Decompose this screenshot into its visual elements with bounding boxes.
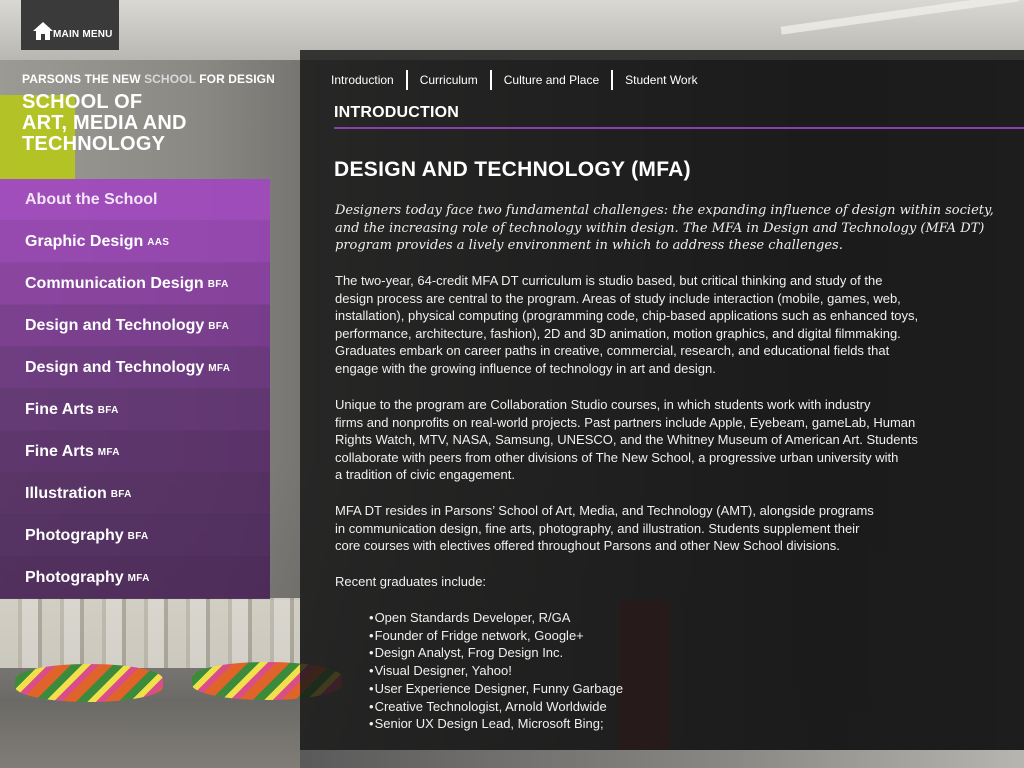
sidebar-item-degree: BFA <box>127 531 149 542</box>
tab-curriculum[interactable]: Curriculum <box>408 69 490 91</box>
paragraph-line: and the increasing role of technology wi… <box>335 220 985 236</box>
sidebar-item-degree: BFA <box>110 489 132 500</box>
paragraph-line: performance, architecture, fashion), 2D … <box>335 325 901 341</box>
school-title: SCHOOL OF ART, MEDIA AND TECHNOLOGY <box>22 92 292 155</box>
sidebar-item-degree: MFA <box>127 573 150 584</box>
paragraph-line: program provides a lively environment in… <box>335 238 843 253</box>
graduate-list-item: Open Standards Developer, R/GA <box>369 609 623 627</box>
sidebar-item[interactable]: About the School <box>0 179 270 221</box>
graduate-list-item: Design Analyst, Frog Design Inc. <box>369 644 623 662</box>
graduate-list-item: Senior UX Design Lead, Microsoft Bing; <box>369 715 623 733</box>
sidebar-item-label: Graphic Design <box>25 232 144 250</box>
paragraph-line: Unique to the program are Collaboration … <box>335 397 871 412</box>
background-bench <box>15 664 163 702</box>
sidebar-item-label: About the School <box>25 190 158 208</box>
paragraph-line: core courses with electives offered thro… <box>335 538 840 554</box>
graduate-list-item: User Experience Designer, Funny Garbage <box>369 680 624 698</box>
section-tabs: Introduction Curriculum Culture and Place S… <box>331 69 710 91</box>
paragraph-line: in communication design, fine arts, phot… <box>335 520 860 536</box>
sidebar-item[interactable]: Illustration BFA <box>0 473 270 515</box>
graduate-list-item: Visual Designer, Yahoo! <box>369 662 623 680</box>
sidebar-item[interactable]: Fine Arts MFA <box>0 431 270 473</box>
paragraph-line: design process are central to the progra… <box>335 290 901 306</box>
tab-culture-and-place[interactable]: Culture and Place <box>492 69 611 91</box>
background-lower-right <box>300 750 1024 768</box>
sidebar-item-label: Photography <box>25 568 124 586</box>
section-label: INTRODUCTION <box>334 104 460 121</box>
paragraph-line: Designers today face two fundamental cha… <box>335 203 994 218</box>
sidebar-item-degree: BFA <box>207 279 229 290</box>
program-sidebar: About the School Graphic Design AAS Communi… <box>0 179 270 599</box>
page-title: DESIGN AND TECHNOLOGY (MFA) <box>334 158 691 181</box>
parsons-wordmark-part: PARSONS THE NEW <box>22 72 145 86</box>
sidebar-item[interactable]: Photography BFA <box>0 515 270 557</box>
paragraph-line: a tradition of civic engagement. <box>335 467 515 483</box>
sidebar-item-label: Design and Technology <box>25 358 205 376</box>
parsons-wordmark-part: FOR DESIGN <box>195 72 275 86</box>
sidebar-item[interactable]: Design and Technology MFA <box>0 347 270 389</box>
intro-paragraph: Designers today face two fundamental cha… <box>335 202 1000 255</box>
sidebar-item-label: Design and Technology <box>25 316 205 334</box>
body-paragraph-curriculum: The two-year, 64-credit MFA DT curriculu… <box>335 272 995 378</box>
school-title-line: SCHOOL OF <box>22 91 143 113</box>
sidebar-item-label: Communication Design <box>25 274 204 292</box>
sidebar-item-label: Illustration <box>25 484 107 502</box>
school-title-line: ART, MEDIA AND <box>22 112 187 134</box>
paragraph-line: collaborate with peers from other divisi… <box>335 449 899 465</box>
parsons-wordmark-part: SCHOOL <box>144 72 196 86</box>
graduates-list: Open Standards Developer, R/GAFounder of… <box>369 609 624 733</box>
sidebar-item-label: Fine Arts <box>25 442 94 460</box>
parsons-wordmark: PARSONS THE NEW SCHOOL FOR DESIGN <box>22 72 292 86</box>
sidebar-item[interactable]: Fine Arts BFA <box>0 389 270 431</box>
school-header: PARSONS THE NEW SCHOOL FOR DESIGN SCHOOL… <box>22 72 292 155</box>
sidebar-item[interactable]: Communication Design BFA <box>0 263 270 305</box>
sidebar-item-degree: BFA <box>97 405 119 416</box>
school-title-line: TECHNOLOGY <box>22 133 166 155</box>
paragraph-line: Rights Watch, MTV, NASA, Samsung, UNESCO… <box>335 432 918 448</box>
body-paragraph-amt: MFA DT resides in Parsons’ School of Art… <box>335 502 995 555</box>
background-bulletin-papers <box>0 598 300 668</box>
graduate-list-item: Founder of Fridge network, Google+ <box>369 627 623 645</box>
sidebar-item-label: Photography <box>25 526 124 544</box>
sidebar-item-degree: BFA <box>208 321 230 332</box>
paragraph-line: firms and nonprofits on real-world proje… <box>335 414 916 430</box>
tab-introduction[interactable]: Introduction <box>331 69 406 91</box>
main-menu-label: MAIN MENU <box>53 28 113 40</box>
paragraph-line: installation), physical computing (progr… <box>335 308 919 324</box>
graduate-list-item: Creative Technologist, Arnold Worldwide <box>369 698 623 716</box>
section-divider <box>334 127 1024 129</box>
sidebar-item[interactable]: Photography MFA <box>0 557 270 599</box>
paragraph-line: MFA DT resides in Parsons’ School of Art… <box>335 503 874 518</box>
home-icon <box>33 22 53 40</box>
body-paragraph-collaboration: Unique to the program are Collaboration … <box>335 396 995 484</box>
sidebar-item-degree: AAS <box>147 237 170 248</box>
sidebar-item-label: Fine Arts <box>25 400 94 418</box>
sidebar-item-degree: MFA <box>97 447 120 458</box>
sidebar-item-degree: MFA <box>208 363 231 374</box>
paragraph-line: engage with the growing influence of tec… <box>335 360 716 376</box>
paragraph-line: The two-year, 64-credit MFA DT curriculu… <box>335 273 883 288</box>
sidebar-item[interactable]: Graphic Design AAS <box>0 221 270 263</box>
sidebar-item[interactable]: Design and Technology BFA <box>0 305 270 347</box>
paragraph-line: Graduates embark on career paths in crea… <box>335 343 890 359</box>
content-panel: Introduction Curriculum Culture and Place S… <box>300 50 1024 750</box>
main-menu-button[interactable]: MAIN MENU <box>21 0 119 50</box>
tab-student-work[interactable]: Student Work <box>613 69 709 91</box>
body-paragraph-graduates-intro: Recent graduates include: <box>335 574 487 589</box>
